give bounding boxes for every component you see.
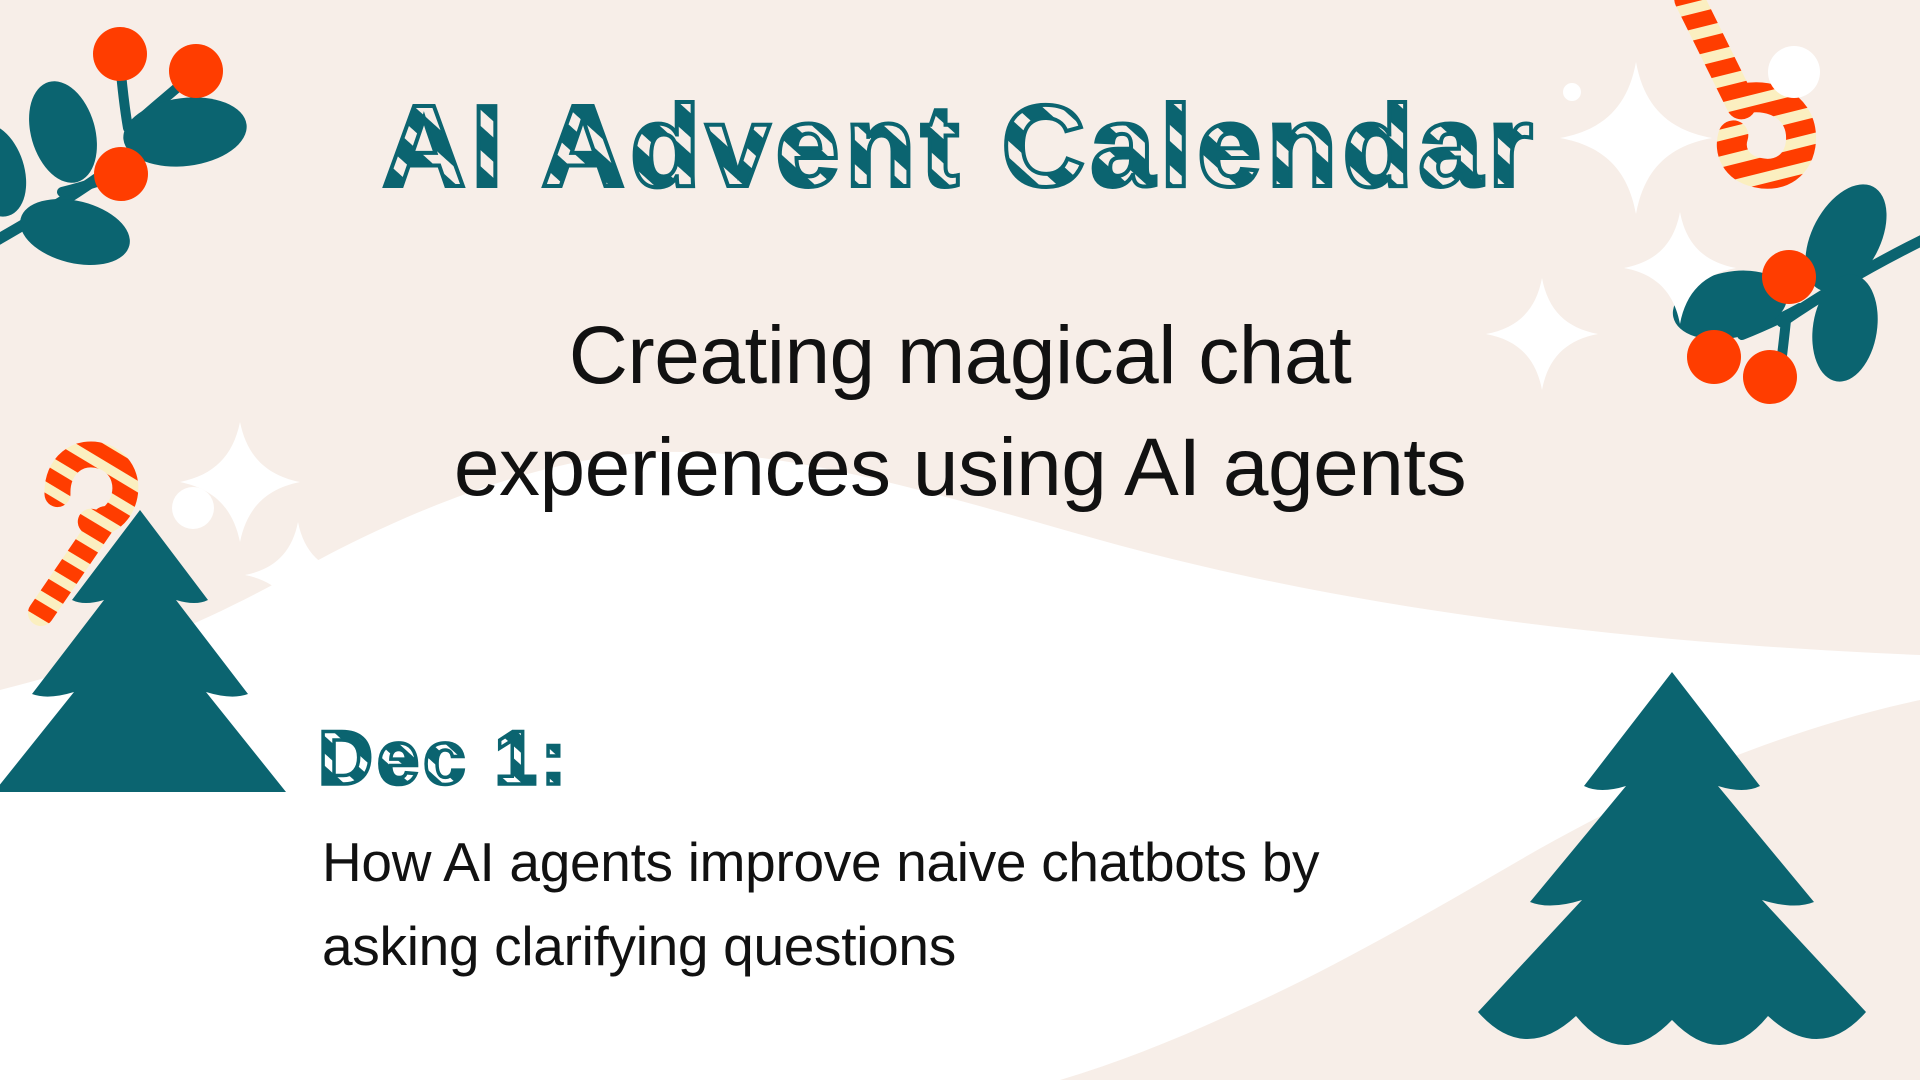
date-label-text: Dec 1: bbox=[318, 718, 570, 801]
body-line-2: asking clarifying questions bbox=[322, 915, 956, 977]
date-label: Dec 1: Dec 1: bbox=[318, 718, 738, 804]
banner-body-copy: How AI agents improve naive chatbots by … bbox=[322, 820, 1572, 988]
advent-calendar-banner: AI Advent Calendar AI Advent Calendar Cr… bbox=[0, 0, 1920, 1080]
banner-title-container: AI Advent Calendar AI Advent Calendar bbox=[0, 86, 1920, 214]
banner-title: AI Advent Calendar AI Advent Calendar bbox=[230, 86, 1690, 214]
subtitle-line-1: Creating magical chat bbox=[568, 310, 1352, 401]
body-line-1: How AI agents improve naive chatbots by bbox=[322, 831, 1320, 893]
banner-title-text: AI Advent Calendar bbox=[382, 86, 1538, 211]
subtitle-line-2: experiences using AI agents bbox=[453, 422, 1467, 513]
date-label-container: Dec 1: Dec 1: bbox=[318, 718, 738, 804]
banner-subtitle: Creating magical chat experiences using … bbox=[0, 300, 1920, 524]
